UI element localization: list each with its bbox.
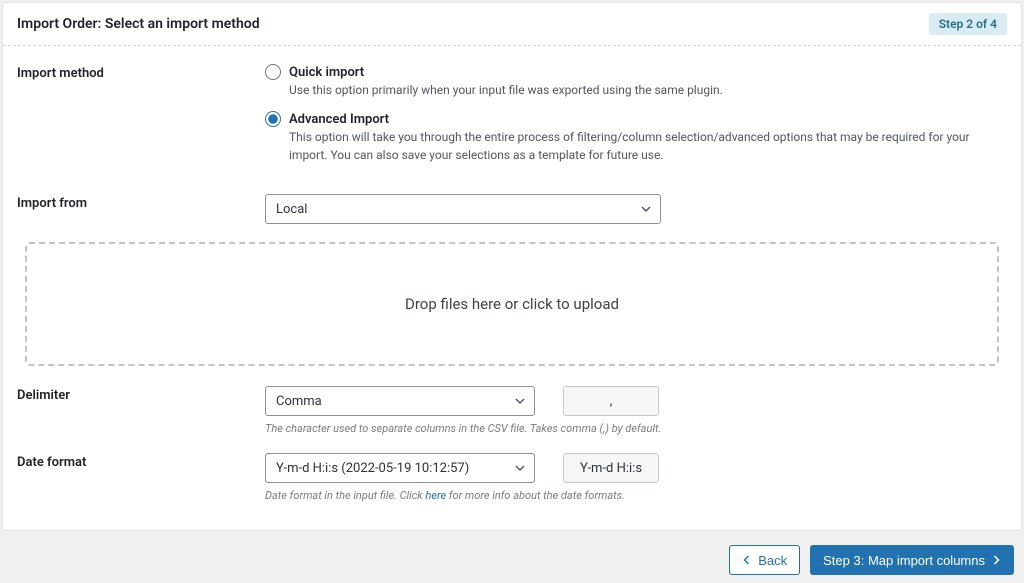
date-hint-before: Date format in the input file. Click	[265, 489, 425, 502]
panel-body: Import method Quick import Use this opti…	[3, 46, 1021, 530]
import-from-select[interactable]: Local	[265, 194, 661, 224]
label-import-from: Import from	[17, 194, 265, 211]
field-import-from: Local	[265, 194, 1007, 224]
radio-advanced-import-block: Advanced Import This option will take yo…	[265, 111, 1007, 164]
delimiter-hint: The character used to separate columns i…	[265, 422, 1007, 435]
radio-quick-import[interactable]: Quick import	[265, 64, 1007, 80]
date-format-select[interactable]: Y-m-d H:i:s (2022-05-19 10:12:57)	[265, 453, 535, 483]
field-date-format: Y-m-d H:i:s (2022-05-19 10:12:57) Y-m-d …	[265, 453, 1007, 502]
step-badge: Step 2 of 4	[929, 13, 1007, 35]
chevron-left-icon	[742, 554, 752, 567]
chevron-down-icon	[514, 462, 526, 474]
date-hint-link[interactable]: here	[425, 489, 446, 502]
radio-quick-import-input[interactable]	[265, 64, 281, 80]
field-import-method: Quick import Use this option primarily w…	[265, 64, 1007, 176]
chevron-down-icon	[640, 203, 652, 215]
next-step-button[interactable]: Step 3: Map import columns	[810, 545, 1014, 575]
radio-advanced-import-input[interactable]	[265, 111, 281, 127]
footer: Back Step 3: Map import columns	[2, 531, 1022, 581]
panel-header: Import Order: Select an import method St…	[3, 3, 1021, 46]
radio-advanced-import-title: Advanced Import	[289, 112, 389, 127]
chevron-down-icon	[514, 395, 526, 407]
row-import-from: Import from Local	[17, 194, 1007, 224]
date-format-hint: Date format in the input file. Click her…	[265, 489, 1007, 502]
radio-quick-import-title: Quick import	[289, 65, 364, 80]
back-button-label: Back	[758, 554, 787, 567]
page-title: Import Order: Select an import method	[17, 16, 260, 32]
back-button[interactable]: Back	[729, 545, 800, 575]
row-date-format: Date format Y-m-d H:i:s (2022-05-19 10:1…	[17, 453, 1007, 502]
import-from-selected: Local	[276, 202, 307, 217]
radio-advanced-import-desc: This option will take you through the en…	[289, 129, 1007, 164]
row-delimiter: Delimiter Comma , The character used to …	[17, 386, 1007, 435]
import-panel: Import Order: Select an import method St…	[2, 2, 1022, 531]
field-delimiter: Comma , The character used to separate c…	[265, 386, 1007, 435]
delimiter-preview: ,	[563, 386, 659, 416]
dropzone-text: Drop files here or click to upload	[405, 295, 619, 313]
date-controls: Y-m-d H:i:s (2022-05-19 10:12:57) Y-m-d …	[265, 453, 1007, 483]
chevron-right-icon	[991, 554, 1001, 567]
delimiter-controls: Comma ,	[265, 386, 1007, 416]
label-date-format: Date format	[17, 453, 265, 470]
radio-advanced-import[interactable]: Advanced Import	[265, 111, 1007, 127]
radio-quick-import-desc: Use this option primarily when your inpu…	[289, 82, 1007, 99]
next-step-button-label: Step 3: Map import columns	[823, 554, 985, 567]
label-import-method: Import method	[17, 64, 265, 81]
label-delimiter: Delimiter	[17, 386, 265, 403]
file-dropzone[interactable]: Drop files here or click to upload	[25, 242, 999, 366]
dropzone-row: Drop files here or click to upload	[25, 242, 999, 366]
delimiter-selected: Comma	[276, 394, 322, 409]
delimiter-select[interactable]: Comma	[265, 386, 535, 416]
date-format-selected: Y-m-d H:i:s (2022-05-19 10:12:57)	[276, 461, 469, 476]
row-import-method: Import method Quick import Use this opti…	[17, 64, 1007, 176]
date-hint-after: for more info about the date formats.	[446, 489, 625, 502]
date-format-preview: Y-m-d H:i:s	[563, 453, 659, 483]
radio-quick-import-block: Quick import Use this option primarily w…	[265, 64, 1007, 99]
